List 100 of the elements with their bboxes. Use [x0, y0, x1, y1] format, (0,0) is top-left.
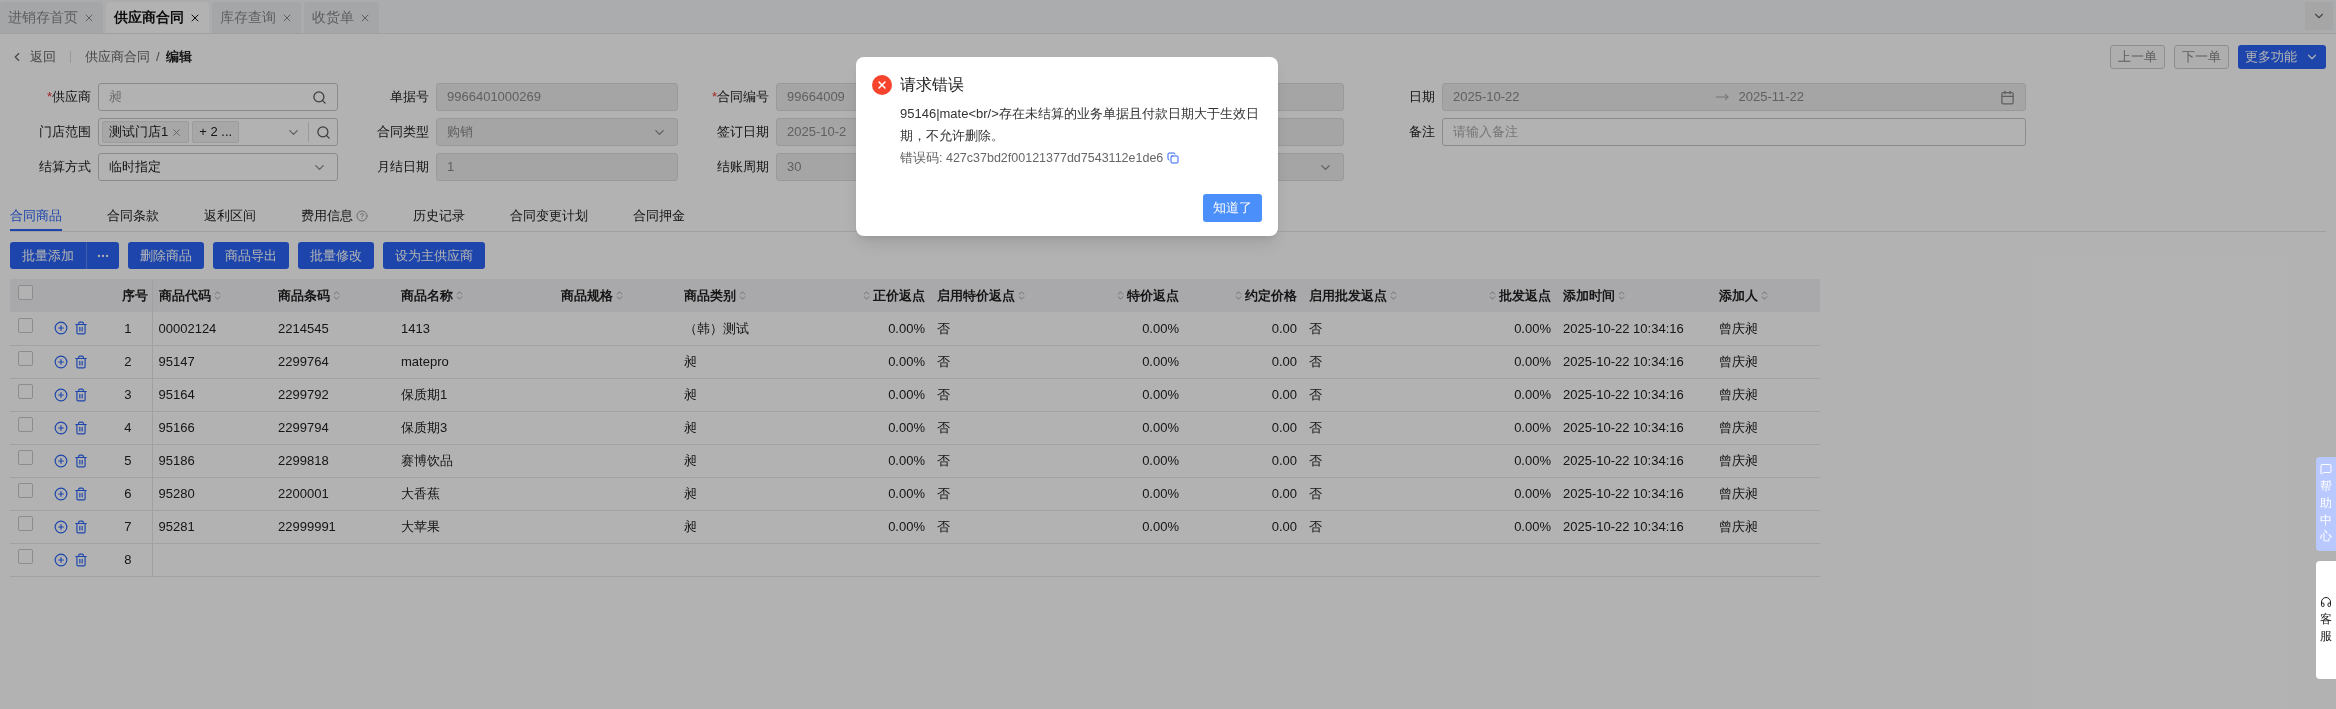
table-cell: 保质期1 — [401, 386, 448, 402]
column-header[interactable]: 商品名称 — [395, 279, 555, 312]
column-header[interactable]: 启用特价返点 — [931, 279, 1067, 312]
checkbox[interactable] — [18, 318, 33, 333]
table-cell: 曾庆昶 — [1719, 518, 1758, 534]
table-cell: 2299764 — [278, 353, 329, 369]
checkbox[interactable] — [18, 285, 33, 301]
delete-icon[interactable] — [74, 354, 88, 369]
delete-icon[interactable] — [74, 552, 88, 567]
table-cell: 否 — [937, 452, 950, 468]
table-cell: 否 — [937, 518, 950, 534]
action-button[interactable]: 商品导出 — [213, 242, 289, 269]
headset-icon — [2320, 595, 2332, 608]
table-cell: 2299794 — [278, 419, 329, 435]
section-tab[interactable]: 历史记录 — [413, 202, 465, 231]
add-row-icon[interactable] — [54, 354, 68, 369]
table-cell: 昶 — [684, 386, 697, 402]
add-row-icon[interactable] — [54, 519, 68, 534]
store-tag[interactable]: + 2 ... — [192, 121, 240, 143]
sort-icon[interactable] — [1115, 290, 1126, 301]
column-header[interactable]: 批发返点 — [1440, 279, 1557, 312]
column-header[interactable]: 商品规格 — [555, 279, 678, 312]
checkbox[interactable] — [18, 450, 33, 466]
column-header[interactable]: 添加时间 — [1557, 279, 1713, 312]
table-cell: 否 — [1309, 386, 1322, 402]
add-row-icon[interactable] — [54, 486, 68, 501]
delete-icon[interactable] — [74, 321, 88, 336]
column-header[interactable]: 商品类别 — [678, 279, 815, 312]
customer-service-tab[interactable]: 客服 — [2316, 561, 2336, 680]
section-tab[interactable]: 合同变更计划 — [510, 202, 588, 231]
checkbox[interactable] — [18, 351, 33, 367]
sort-icon[interactable] — [1487, 290, 1498, 301]
table-cell: 5 — [104, 444, 152, 477]
checkbox[interactable] — [18, 549, 33, 565]
section-tab[interactable]: 合同商品 — [10, 202, 62, 231]
sort-icon[interactable] — [1759, 290, 1770, 301]
delete-icon[interactable] — [74, 387, 88, 402]
sort-icon[interactable] — [861, 290, 872, 301]
table-cell: 2299818 — [278, 452, 329, 468]
page-tab[interactable]: 供应商合同 — [106, 2, 209, 33]
column-header[interactable]: 商品代码 — [152, 279, 272, 312]
sort-icon[interactable] — [737, 290, 748, 301]
table-cell: matepro — [401, 353, 449, 369]
store-tag[interactable]: 测试门店1 — [102, 121, 190, 143]
table-cell: 大香蕉 — [401, 485, 440, 501]
table-cell: 0.00% — [1142, 518, 1179, 534]
table-cell: 0.00% — [888, 353, 925, 369]
sort-icon[interactable] — [1616, 290, 1627, 301]
sort-icon[interactable] — [454, 290, 465, 301]
add-row-icon[interactable] — [54, 420, 68, 435]
action-button[interactable]: 删除商品 — [128, 242, 204, 269]
add-row-icon[interactable] — [54, 552, 68, 567]
sort-icon[interactable] — [331, 290, 342, 301]
select-field[interactable]: 临时指定 — [98, 153, 338, 181]
sort-icon[interactable] — [1016, 290, 1027, 301]
column-header[interactable]: 添加人 — [1713, 279, 1820, 312]
delete-icon[interactable] — [74, 453, 88, 468]
action-button[interactable]: 批量修改 — [298, 242, 374, 269]
more-functions-button[interactable]: 更多功能 — [2238, 45, 2326, 69]
table-cell: 95166 — [158, 419, 195, 435]
checkbox[interactable] — [18, 516, 33, 532]
delete-icon[interactable] — [74, 519, 88, 534]
table-cell: 2299792 — [278, 386, 329, 402]
table-cell: 昶 — [684, 485, 697, 501]
delete-icon[interactable] — [74, 420, 88, 435]
delete-icon[interactable] — [74, 486, 88, 501]
breadcrumb-item[interactable]: 供应商合同 — [85, 47, 150, 67]
action-button[interactable]: 设为主供应商 — [383, 242, 485, 269]
checkbox[interactable] — [18, 384, 33, 400]
tab-list-button[interactable] — [2305, 2, 2333, 30]
search-icon[interactable] — [316, 124, 331, 140]
table-cell: 否 — [1309, 353, 1322, 369]
store-select-field[interactable]: 测试门店1 + 2 ... — [98, 118, 338, 146]
breadcrumb-separator: / — [156, 48, 160, 67]
section-tab[interactable]: 费用信息 — [301, 202, 368, 231]
section-tab[interactable]: 合同条款 — [107, 202, 159, 231]
field-label: 合同类型 — [377, 123, 429, 142]
column-header[interactable]: 正价返点 — [815, 279, 931, 312]
sort-icon[interactable] — [614, 290, 625, 301]
add-row-icon[interactable] — [54, 387, 68, 402]
field-label: 合同编号 — [717, 88, 769, 107]
column-header[interactable]: 特价返点 — [1067, 279, 1185, 312]
checkbox[interactable] — [18, 483, 33, 499]
copy-icon[interactable] — [1167, 152, 1180, 165]
column-header[interactable]: 启用批发返点 — [1303, 279, 1440, 312]
checkbox[interactable] — [18, 417, 33, 433]
column-header[interactable]: 商品条码 — [272, 279, 395, 312]
table-cell: 2025-10-22 10:34:16 — [1563, 452, 1684, 468]
add-row-icon[interactable] — [54, 453, 68, 468]
section-tab[interactable]: 合同押金 — [633, 202, 685, 231]
table-cell: 0.00 — [1271, 485, 1297, 501]
add-row-icon[interactable] — [54, 321, 68, 336]
table-cell: 2025-10-22 10:34:16 — [1563, 518, 1684, 534]
column-header[interactable]: 约定价格 — [1185, 279, 1303, 312]
section-tab[interactable]: 返利区间 — [204, 202, 256, 231]
sort-icon[interactable] — [1233, 290, 1244, 301]
search-icon[interactable] — [312, 89, 327, 105]
back-link[interactable]: 返回 — [10, 47, 56, 67]
sort-icon[interactable] — [1388, 290, 1399, 301]
table-cell: 否 — [937, 353, 950, 369]
